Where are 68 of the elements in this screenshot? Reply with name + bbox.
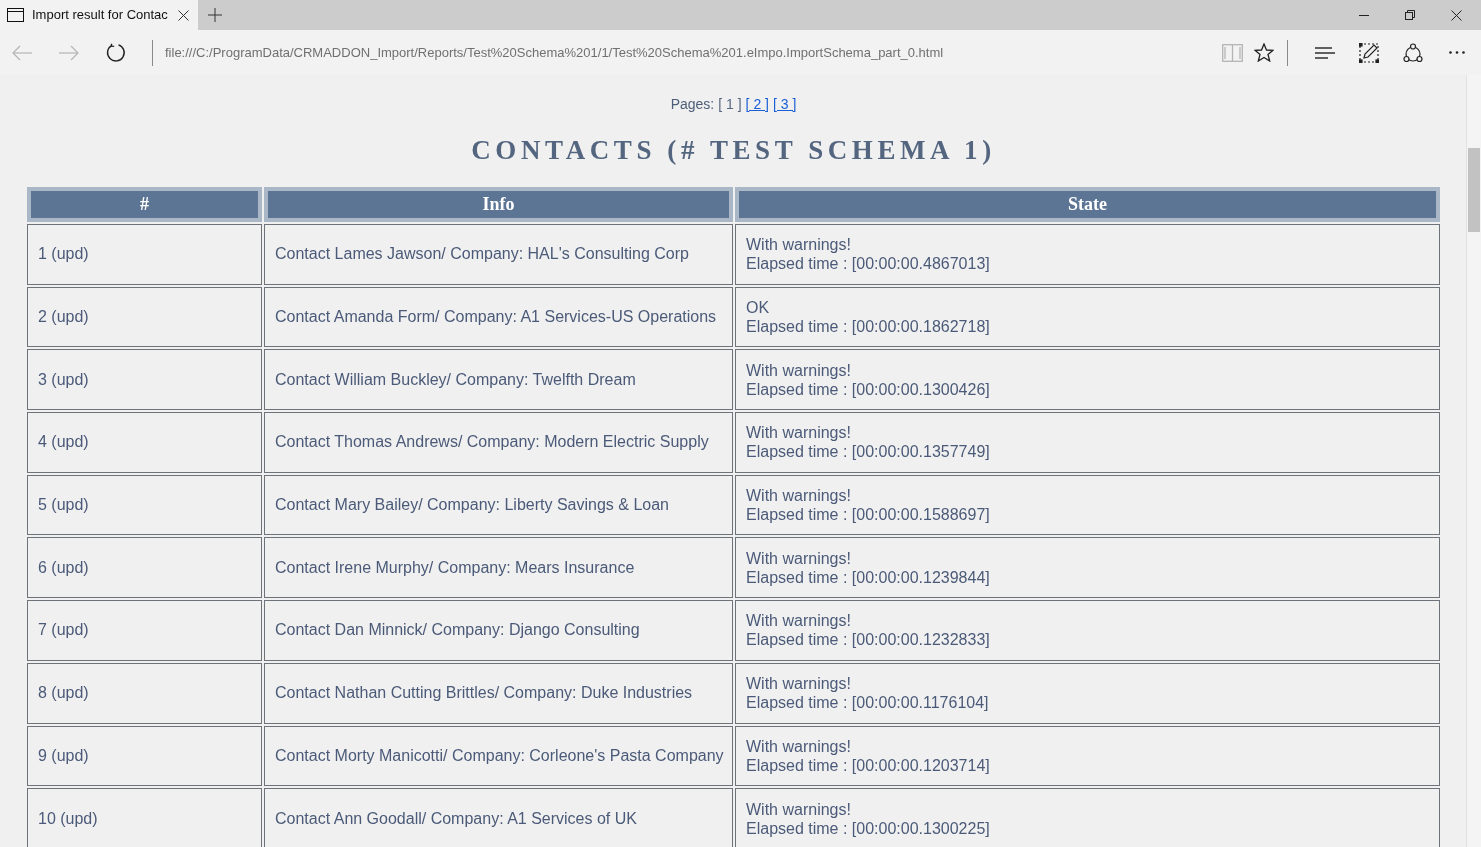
scrollbar-thumb[interactable] bbox=[1468, 148, 1480, 232]
status-text: With warnings! bbox=[746, 548, 851, 568]
status-text: OK bbox=[746, 298, 770, 318]
page-link[interactable]: [ 2 ] bbox=[745, 93, 769, 115]
table-cell: 5 (upd) bbox=[27, 474, 262, 536]
close-icon[interactable] bbox=[178, 9, 189, 21]
table-cell: 1 (upd) bbox=[27, 224, 262, 285]
right-arrow-icon bbox=[59, 44, 79, 61]
elapsed-time-text: Elapsed time : [00:00:00.1239844] bbox=[746, 567, 990, 587]
elapsed-time-text: Elapsed time : [00:00:00.1300225] bbox=[746, 818, 990, 838]
table-cell: Contact Nathan Cutting Brittles/ Company: Duke Industries bbox=[264, 662, 733, 724]
new-tab-icon[interactable] bbox=[208, 8, 222, 22]
status-text: With warnings! bbox=[746, 674, 851, 694]
address-field[interactable]: file:///C:/ProgramData/CRMADDON_Import/Reports/Test%20Schema%201/1/Test%20Schema%201.eImpo.ImportSchema_part_0.html bbox=[165, 42, 944, 63]
table-cell: Contact Dan Minnick/ Company: Django Consulting bbox=[264, 600, 733, 661]
open-book-icon bbox=[1221, 43, 1243, 62]
left-arrow-icon bbox=[12, 44, 32, 61]
status-text: With warnings! bbox=[746, 423, 851, 443]
pencil-square-icon bbox=[1359, 42, 1379, 63]
table-cell: Contact Thomas Andrews/ Company: Modern Electric Supply bbox=[264, 412, 733, 473]
share-icon bbox=[1403, 42, 1423, 63]
column-header: Info bbox=[264, 187, 733, 222]
page-link[interactable]: [ 3 ] bbox=[772, 93, 797, 115]
minimize-icon[interactable] bbox=[1359, 14, 1369, 16]
status-text: With warnings! bbox=[746, 611, 851, 631]
table-cell: Contact Mary Bailey/ Company: Liberty Savings & Loan bbox=[264, 474, 733, 536]
menu-lines-icon bbox=[1315, 46, 1335, 59]
elapsed-time-text: Elapsed time : [00:00:00.1588697] bbox=[746, 505, 990, 525]
table-cell: 6 (upd) bbox=[27, 537, 262, 599]
column-header: # bbox=[27, 187, 262, 222]
tab-title: Import result for Contac bbox=[32, 6, 168, 25]
status-text: With warnings! bbox=[746, 235, 851, 255]
page-icon bbox=[7, 8, 24, 22]
table-cell: Contact Amanda Form/ Company: A1 Services-US Operations bbox=[264, 286, 733, 348]
close-icon[interactable] bbox=[1450, 9, 1462, 21]
column-header: State bbox=[735, 187, 1440, 222]
table-cell: 10 (upd) bbox=[27, 788, 262, 847]
elapsed-time-text: Elapsed time : [00:00:00.1300426] bbox=[746, 379, 990, 399]
restore-icon[interactable] bbox=[1405, 10, 1415, 20]
table-cell: 8 (upd) bbox=[27, 662, 262, 724]
table-cell: 9 (upd) bbox=[27, 725, 262, 787]
table-cell: 3 (upd) bbox=[27, 349, 262, 411]
page-link[interactable]: [ 1 ] bbox=[718, 93, 742, 115]
status-text: With warnings! bbox=[746, 736, 851, 756]
table-cell: 7 (upd) bbox=[27, 600, 262, 661]
elapsed-time-text: Elapsed time : [00:00:00.1176104] bbox=[746, 693, 989, 713]
refresh-icon bbox=[106, 42, 126, 63]
pages-label: Pages: bbox=[670, 94, 715, 114]
table-cell: Contact Ann Goodall/ Company: A1 Services of UK bbox=[264, 788, 733, 847]
table-cell: 4 (upd) bbox=[27, 412, 262, 473]
browser-tab[interactable]: Import result for Contac bbox=[0, 0, 198, 30]
elapsed-time-text: Elapsed time : [00:00:00.1203714] bbox=[746, 755, 990, 775]
status-text: With warnings! bbox=[746, 360, 851, 380]
elapsed-time-text: Elapsed time : [00:00:00.1232833] bbox=[746, 630, 990, 650]
status-text: With warnings! bbox=[746, 799, 851, 819]
table-cell: 2 (upd) bbox=[27, 286, 262, 348]
table-cell: Contact Morty Manicotti/ Company: Corleone's Pasta Company bbox=[264, 725, 733, 787]
elapsed-time-text: Elapsed time : [00:00:00.4867013] bbox=[746, 254, 990, 274]
elapsed-time-text: Elapsed time : [00:00:00.1862718] bbox=[746, 317, 990, 337]
scrollbar[interactable] bbox=[1466, 75, 1481, 847]
table-cell: Contact Irene Murphy/ Company: Mears Insurance bbox=[264, 537, 733, 599]
status-text: With warnings! bbox=[746, 486, 851, 506]
star-icon bbox=[1254, 43, 1274, 62]
table-cell: Contact William Buckley/ Company: Twelfth Dream bbox=[264, 349, 733, 411]
elapsed-time-text: Elapsed time : [00:00:00.1357749] bbox=[746, 442, 990, 462]
page-title: CONTACTS (# TEST SCHEMA 1) bbox=[471, 134, 996, 166]
table-cell: Contact Lames Jawson/ Company: HAL's Consulting Corp bbox=[264, 224, 733, 285]
more-icon bbox=[1449, 51, 1465, 54]
